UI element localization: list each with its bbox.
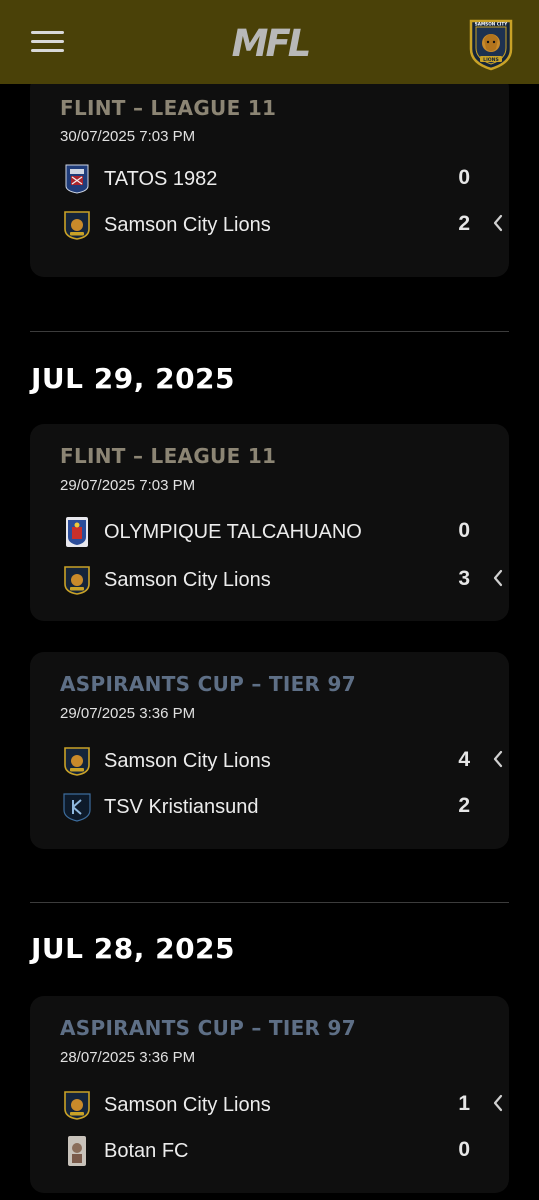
competition-title: FLINT – LEAGUE 11 [60, 444, 277, 468]
match-datetime: 30/07/2025 7:03 PM [60, 128, 196, 145]
olympique-crest-icon [66, 517, 88, 547]
lions-crest-icon [64, 211, 90, 240]
team-name: Samson City Lions [104, 750, 271, 772]
team-row-home[interactable]: TATOS 1982 0 [60, 162, 490, 196]
match-card[interactable]: ASPIRANTS CUP – TIER 97 28/07/2025 3:36 … [30, 996, 509, 1193]
team-score: 4 [458, 748, 470, 771]
chevron-left-icon[interactable] [490, 747, 506, 771]
club-badge-icon[interactable]: SAMSON CITY LIONS [467, 15, 515, 71]
svg-text:SAMSON CITY: SAMSON CITY [475, 22, 508, 27]
team-score: 0 [458, 166, 470, 189]
tsv-crest-icon [63, 793, 91, 822]
botan-crest-icon [68, 1136, 86, 1166]
day-heading: JUL 29, 2025 [31, 362, 236, 395]
competition-title: ASPIRANTS CUP – TIER 97 [60, 672, 356, 696]
team-name: Samson City Lions [104, 569, 271, 591]
match-card[interactable]: FLINT – LEAGUE 11 29/07/2025 7:03 PM OLY… [30, 424, 509, 621]
lions-crest-icon [64, 1091, 90, 1120]
team-score: 2 [458, 212, 470, 235]
chevron-left-icon[interactable] [490, 211, 506, 235]
app-screen: MFL SAMSON CITY LIONS FLINT – LEAGUE 11 … [0, 0, 539, 1200]
match-datetime: 29/07/2025 7:03 PM [60, 477, 196, 494]
competition-title: ASPIRANTS CUP – TIER 97 [60, 1016, 356, 1040]
match-card[interactable]: FLINT – LEAGUE 11 30/07/2025 7:03 PM TAT… [30, 74, 509, 277]
divider [30, 902, 509, 903]
team-name: OLYMPIQUE TALCAHUANO [104, 521, 362, 543]
day-heading: JUL 28, 2025 [31, 932, 236, 965]
hamburger-menu-icon[interactable] [31, 29, 64, 55]
lions-crest-icon [64, 566, 90, 595]
team-row-away[interactable]: Samson City Lions 2 [60, 208, 503, 242]
team-row-home[interactable]: Samson City Lions 1 [60, 1088, 503, 1122]
team-name: Samson City Lions [104, 214, 271, 236]
team-score: 0 [458, 519, 470, 542]
mfl-logo[interactable]: MFL [211, 25, 329, 63]
team-row-home[interactable]: Samson City Lions 4 [60, 744, 503, 778]
team-score: 0 [458, 1138, 470, 1161]
team-score: 3 [458, 567, 470, 590]
top-bar: MFL SAMSON CITY LIONS [0, 0, 539, 84]
match-datetime: 28/07/2025 3:36 PM [60, 1049, 196, 1066]
competition-title: FLINT – LEAGUE 11 [60, 96, 277, 120]
team-score: 2 [458, 794, 470, 817]
team-name: TATOS 1982 [104, 168, 218, 190]
team-row-away[interactable]: Botan FC 0 [60, 1134, 490, 1168]
team-row-home[interactable]: OLYMPIQUE TALCAHUANO 0 [60, 515, 490, 549]
team-row-away[interactable]: Samson City Lions 3 [60, 563, 503, 597]
team-name: Botan FC [104, 1140, 189, 1162]
chevron-left-icon[interactable] [490, 1091, 506, 1115]
match-datetime: 29/07/2025 3:36 PM [60, 705, 196, 722]
chevron-left-icon[interactable] [490, 566, 506, 590]
tatos-crest-icon [65, 164, 89, 194]
divider [30, 331, 509, 332]
team-score: 1 [458, 1092, 470, 1115]
team-name: Samson City Lions [104, 1094, 271, 1116]
team-name: TSV Kristiansund [104, 796, 259, 818]
team-row-away[interactable]: TSV Kristiansund 2 [60, 790, 490, 824]
match-card[interactable]: ASPIRANTS CUP – TIER 97 29/07/2025 3:36 … [30, 652, 509, 849]
lions-crest-icon [64, 747, 90, 776]
svg-text:LIONS: LIONS [483, 57, 499, 63]
